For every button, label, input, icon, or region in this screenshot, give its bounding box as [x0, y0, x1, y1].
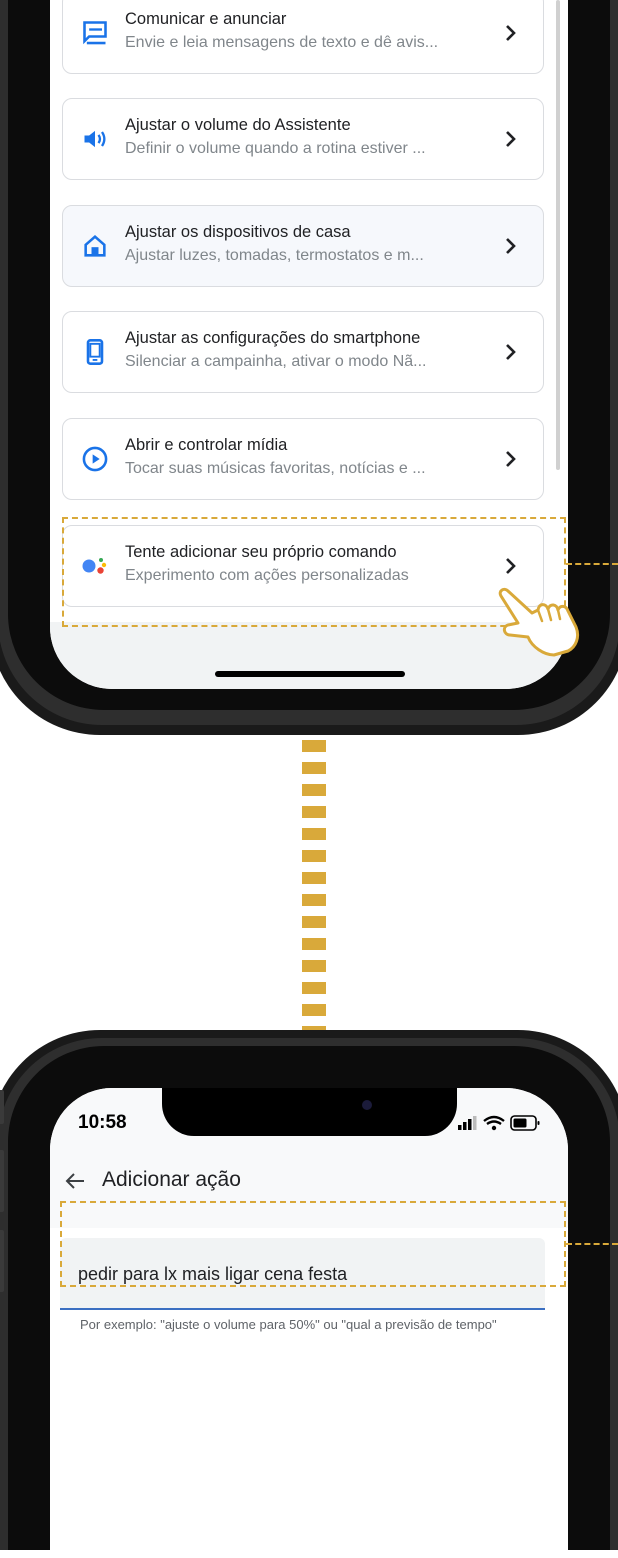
- signal-icon: [458, 1116, 477, 1130]
- card-title: Ajustar o volume do Assistente: [125, 116, 351, 134]
- card-title: Ajustar as configurações do smartphone: [125, 329, 421, 347]
- highlight-action-input: [60, 1201, 566, 1287]
- card-title: Abrir e controlar mídia: [125, 436, 288, 454]
- play-icon: [82, 446, 108, 472]
- chevron-right-icon: [506, 238, 516, 254]
- scrollbar[interactable]: [556, 0, 560, 470]
- helper-text: Por exemplo: "ajuste o volume para 50%" …: [80, 1317, 497, 1332]
- card-title: Ajustar os dispositivos de casa: [125, 223, 351, 241]
- card-home-devices[interactable]: Ajustar os dispositivos de casa Ajustar …: [62, 205, 544, 287]
- card-subtitle: Silenciar a campainha, ativar o modo Nã.…: [125, 353, 427, 370]
- highlight-connector-line: [566, 563, 618, 565]
- vertical-connector: [302, 740, 326, 1040]
- bottom-phone: 10:58 Adicionar ação pedir para lx mais …: [0, 1030, 618, 1558]
- back-arrow-icon[interactable]: [64, 1170, 86, 1192]
- chevron-right-icon: [506, 131, 516, 147]
- card-volume[interactable]: Ajustar o volume do Assistente Definir o…: [62, 98, 544, 180]
- battery-icon: [510, 1115, 540, 1131]
- chevron-right-icon: [506, 451, 516, 467]
- message-icon: [83, 21, 107, 45]
- card-subtitle: Envie e leia mensagens de texto e dê avi…: [125, 34, 439, 51]
- camera-lens: [362, 1100, 372, 1110]
- home-icon: [84, 234, 106, 257]
- volume-down-button: [0, 1230, 4, 1292]
- chevron-right-icon: [506, 344, 516, 360]
- chevron-right-icon: [506, 25, 516, 41]
- status-icons: [458, 1115, 540, 1131]
- volume-up-button: [0, 1150, 4, 1212]
- card-subtitle: Definir o volume quando a rotina estiver…: [125, 140, 426, 157]
- pointing-hand-icon: [498, 587, 580, 657]
- home-indicator: [215, 671, 405, 677]
- page-title: Adicionar ação: [102, 1168, 241, 1191]
- wifi-icon: [483, 1115, 505, 1131]
- card-media[interactable]: Abrir e controlar mídia Tocar suas músic…: [62, 418, 544, 500]
- card-communicate[interactable]: Comunicar e anunciar Envie e leia mensag…: [62, 0, 544, 74]
- smartphone-icon: [86, 339, 104, 365]
- card-smartphone-settings[interactable]: Ajustar as configurações do smartphone S…: [62, 311, 544, 393]
- mute-switch: [0, 1090, 4, 1124]
- card-subtitle: Tocar suas músicas favoritas, notícias e…: [125, 460, 426, 477]
- notch: [162, 1088, 457, 1136]
- card-subtitle: Ajustar luzes, tomadas, termostatos e m.…: [125, 247, 424, 264]
- status-time: 10:58: [78, 1112, 127, 1133]
- card-title: Comunicar e anunciar: [125, 10, 287, 28]
- highlight-connector-line: [566, 1243, 618, 1245]
- volume-icon: [84, 130, 106, 148]
- bottom-screen: 10:58 Adicionar ação pedir para lx mais …: [50, 1088, 568, 1558]
